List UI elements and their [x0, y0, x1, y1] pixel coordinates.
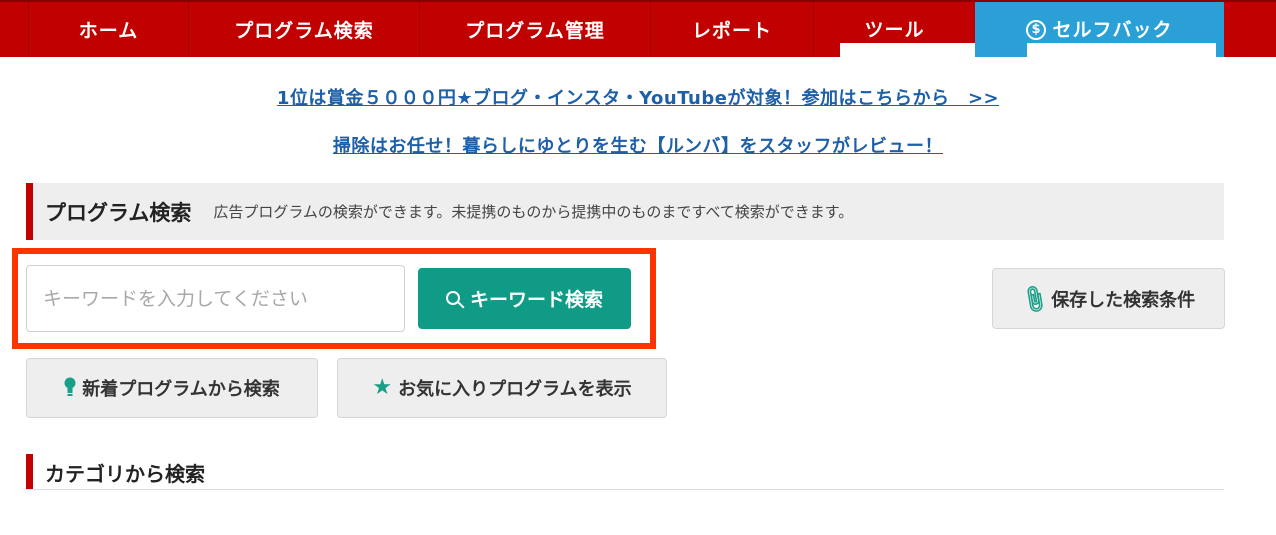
nav-report[interactable]: レポート [650, 2, 813, 57]
nav-report-label: レポート [691, 20, 772, 42]
lightbulb-icon [64, 377, 76, 400]
category-search-title: カテゴリから検索 [45, 461, 205, 486]
nav-tool[interactable]: ツール [813, 2, 975, 57]
program-search-header: プログラム検索 広告プログラムの検索ができます。未提携のものから提携中のものまで… [26, 183, 1224, 240]
saved-search-conditions-button[interactable]: 📎︎ 保存した検索条件 [992, 268, 1225, 329]
star-icon: ★ [372, 375, 393, 400]
banner-link-roomba[interactable]: 掃除はお任せ！暮らしにゆとりを生む【ルンバ】をスタッフがレビュー！ [0, 132, 1276, 158]
nav-self-back[interactable]: $ セルフバック [975, 2, 1224, 57]
category-divider [26, 489, 1224, 490]
new-programs-search-button[interactable]: 新着プログラムから検索 [26, 358, 318, 418]
page-title: プログラム検索 [45, 200, 192, 225]
page-description: 広告プログラムの検索ができます。未提携のものから提携中のものまですべて検索ができ… [213, 203, 854, 221]
saved-search-conditions-label: 保存した検索条件 [1051, 289, 1196, 311]
favorite-programs-button[interactable]: ★ お気に入りプログラムを表示 [337, 358, 667, 418]
favorite-programs-label: お気に入りプログラムを表示 [398, 379, 632, 400]
nav-tool-underline [840, 43, 975, 57]
nav-program-management-label: プログラム管理 [465, 20, 605, 42]
nav-program-search-label: プログラム検索 [234, 20, 374, 42]
top-nav: ホーム プログラム検索 プログラム管理 レポート ツール $ セルフバック [0, 0, 1276, 57]
keyword-search-input[interactable] [26, 265, 405, 332]
keyword-search-button-label: キーワード検索 [469, 289, 603, 311]
nav-self-back-label: セルフバック [1052, 19, 1173, 41]
nav-tool-label: ツール [864, 19, 925, 41]
nav-program-search[interactable]: プログラム検索 [188, 2, 419, 57]
paperclip-icon: 📎︎ [1017, 281, 1052, 316]
nav-self-back-underline [1027, 43, 1216, 57]
category-search-header: カテゴリから検索 [26, 454, 1224, 490]
new-programs-search-label: 新着プログラムから検索 [82, 379, 280, 400]
nav-home-label: ホーム [78, 20, 139, 42]
nav-home[interactable]: ホーム [28, 2, 188, 57]
search-icon [445, 290, 460, 305]
banner-link-contest[interactable]: 1位は賞金５０００円★ブログ・インスタ・YouTubeが対象！参加はこちらから … [0, 84, 1276, 110]
self-back-icon: $ [1026, 19, 1047, 40]
keyword-search-button[interactable]: キーワード検索 [418, 268, 631, 329]
nav-program-management[interactable]: プログラム管理 [419, 2, 650, 57]
